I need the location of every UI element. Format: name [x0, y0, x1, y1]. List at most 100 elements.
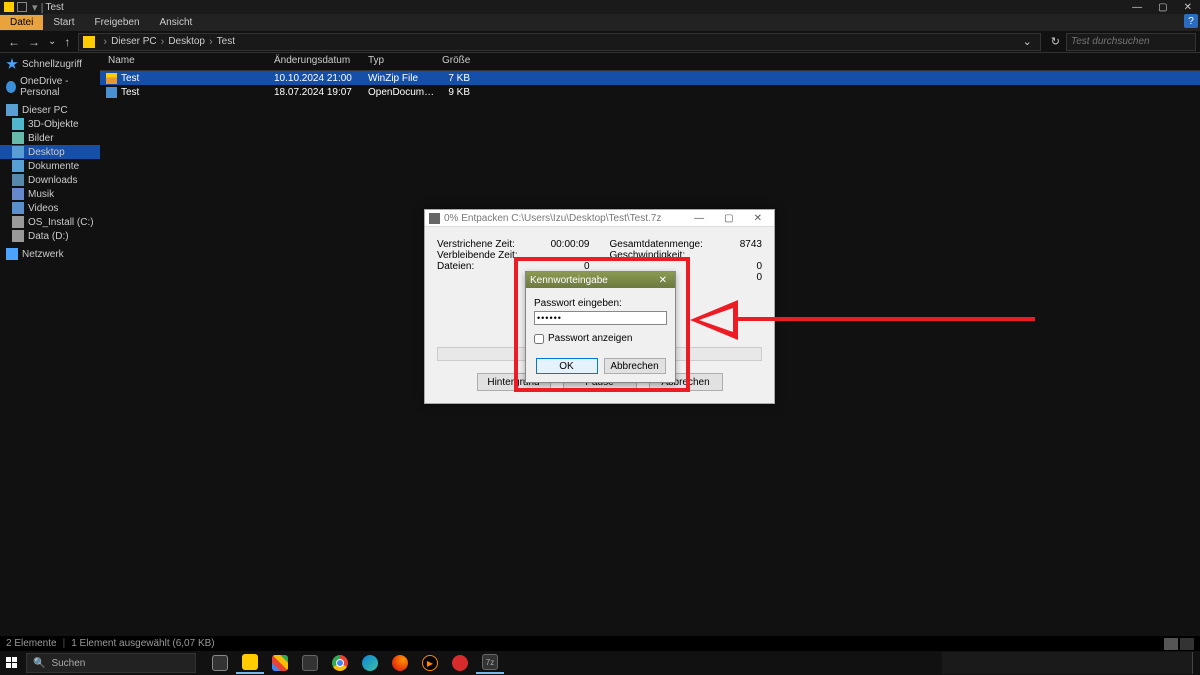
sidebar-label: Musik	[28, 189, 54, 200]
app-taskbar[interactable]	[446, 652, 474, 674]
password-dialog-titlebar[interactable]: Kennworteingabe ✕	[526, 272, 675, 288]
documents-icon	[12, 160, 24, 172]
tab-view[interactable]: Ansicht	[150, 15, 203, 30]
mediaplayer-taskbar[interactable]	[416, 652, 444, 674]
cancel-button[interactable]: Abbrechen	[604, 358, 666, 374]
file-name: Test	[121, 87, 139, 98]
sidebar-label: Desktop	[28, 147, 65, 158]
crumb-pc[interactable]: Dieser PC	[111, 36, 157, 47]
photos-taskbar[interactable]	[266, 652, 294, 674]
details-view-button[interactable]	[1164, 638, 1178, 650]
sidebar-item-drive-d[interactable]: Data (D:)	[0, 229, 100, 243]
col-type[interactable]: Typ	[362, 53, 436, 70]
dialog-title: Kennworteingabe	[530, 275, 655, 286]
close-button[interactable]: ✕	[655, 275, 671, 286]
sidebar-label: OS_Install (C:)	[28, 217, 94, 228]
show-password-label[interactable]: Passwort anzeigen	[534, 333, 667, 344]
sidebar-item-quick-access[interactable]: Schnellzugriff	[0, 57, 100, 71]
ribbon-tabs: Datei Start Freigeben Ansicht	[0, 14, 1200, 31]
large-icons-view-button[interactable]	[1180, 638, 1194, 650]
help-icon[interactable]: ?	[1184, 14, 1198, 28]
path-dropdown-icon[interactable]: ⌄	[1019, 35, 1036, 48]
cloud-icon	[6, 81, 16, 93]
file-row[interactable]: Test 18.07.2024 19:07 OpenDocument T... …	[100, 85, 1200, 99]
close-button[interactable]: ✕	[746, 213, 770, 224]
chevron-right-icon: ›	[161, 36, 165, 48]
tab-file[interactable]: Datei	[0, 15, 43, 30]
remaining-label: Verbleibende Zeit:	[437, 250, 590, 261]
sidebar-label: Data (D:)	[28, 231, 69, 242]
password-dialog: Kennworteingabe ✕ Passwort eingeben: Pas…	[525, 271, 676, 383]
chevron-right-icon: ›	[103, 36, 107, 48]
checkbox-label: Passwort anzeigen	[548, 333, 633, 344]
tab-share[interactable]: Freigeben	[84, 15, 149, 30]
sidebar-item-this-pc[interactable]: Dieser PC	[0, 103, 100, 117]
taskbar-search[interactable]: 🔍 Suchen	[26, 653, 196, 673]
firefox-taskbar[interactable]	[386, 652, 414, 674]
search-box[interactable]: 🔍	[1066, 33, 1196, 51]
sidebar-item-onedrive[interactable]: OneDrive - Personal	[0, 75, 100, 99]
minimize-button[interactable]: —	[686, 213, 712, 224]
sidebar-item-documents[interactable]: Dokumente	[0, 159, 100, 173]
cube-icon	[12, 118, 24, 130]
sidebar-item-downloads[interactable]: Downloads	[0, 173, 100, 187]
total-label: Gesamtdatenmenge:	[610, 239, 740, 250]
sidebar-item-videos[interactable]: Videos	[0, 201, 100, 215]
taskbar: 🔍 Suchen 7z	[0, 651, 1200, 675]
col-name[interactable]: Name	[102, 53, 268, 70]
nav-up-button[interactable]: ↑	[60, 35, 74, 49]
close-button[interactable]: ✕	[1180, 2, 1196, 13]
dialog-titlebar[interactable]: 0% Entpacken C:\Users\Izu\Desktop\Test\T…	[425, 210, 774, 227]
tab-start[interactable]: Start	[43, 15, 84, 30]
folder-icon	[4, 2, 14, 12]
file-name: Test	[121, 73, 139, 84]
total-value: 8743	[740, 239, 762, 250]
downloads-icon	[12, 174, 24, 186]
chrome-icon	[332, 655, 348, 671]
breadcrumb[interactable]: › Dieser PC › Desktop › Test ⌄	[78, 33, 1040, 51]
nav-back-button[interactable]: ←	[4, 35, 24, 49]
maximize-button[interactable]: ▢	[716, 213, 741, 224]
show-desktop-button[interactable]	[1192, 652, 1200, 674]
sidebar-item-network[interactable]: Netzwerk	[0, 247, 100, 261]
col-size[interactable]: Größe	[436, 53, 474, 70]
password-input[interactable]	[534, 311, 667, 325]
taskview-button[interactable]	[206, 652, 234, 674]
chrome-taskbar[interactable]	[326, 652, 354, 674]
recent-dropdown[interactable]: ⌄	[44, 36, 60, 47]
file-type: WinZip File	[362, 73, 436, 84]
videos-icon	[12, 202, 24, 214]
dialog-title: 0% Entpacken C:\Users\Izu\Desktop\Test\T…	[444, 213, 686, 224]
edge-taskbar[interactable]	[356, 652, 384, 674]
maximize-button[interactable]: ▢	[1154, 2, 1171, 13]
sidebar-label: Downloads	[28, 175, 77, 186]
sidebar-item-music[interactable]: Musik	[0, 187, 100, 201]
minimize-button[interactable]: —	[1128, 2, 1146, 13]
file-row[interactable]: Test 10.10.2024 21:00 WinZip File 7 KB	[100, 71, 1200, 85]
window-title: Test	[45, 2, 63, 13]
crumb-folder[interactable]: Test	[217, 36, 235, 47]
crumb-desktop[interactable]: Desktop	[168, 36, 205, 47]
nav-forward-button[interactable]: →	[24, 35, 44, 49]
sidebar-label: Schnellzugriff	[22, 59, 82, 70]
file-explorer-taskbar[interactable]	[236, 652, 264, 674]
drive-icon	[12, 216, 24, 228]
search-input[interactable]	[1071, 36, 1200, 47]
pc-icon	[6, 104, 18, 116]
col-date[interactable]: Änderungsdatum	[268, 53, 362, 70]
ok-button[interactable]: OK	[536, 358, 598, 374]
desktop-icon	[12, 146, 24, 158]
sidebar-item-desktop[interactable]: Desktop	[0, 145, 100, 159]
window-titlebar: ▾ | Test — ▢ ✕	[0, 0, 1200, 14]
sidebar-item-pictures[interactable]: Bilder	[0, 131, 100, 145]
sidebar-item-3d-objects[interactable]: 3D-Objekte	[0, 117, 100, 131]
show-password-checkbox[interactable]	[534, 334, 544, 344]
start-button[interactable]	[0, 651, 24, 675]
file-type: OpenDocument T...	[362, 87, 436, 98]
address-bar: ← → ⌄ ↑ › Dieser PC › Desktop › Test ⌄ ↻…	[0, 31, 1200, 53]
7zip-taskbar[interactable]: 7z	[476, 652, 504, 674]
system-tray[interactable]	[942, 652, 1192, 674]
refresh-button[interactable]: ↻	[1045, 35, 1066, 48]
store-taskbar[interactable]	[296, 652, 324, 674]
sidebar-item-drive-c[interactable]: OS_Install (C:)	[0, 215, 100, 229]
